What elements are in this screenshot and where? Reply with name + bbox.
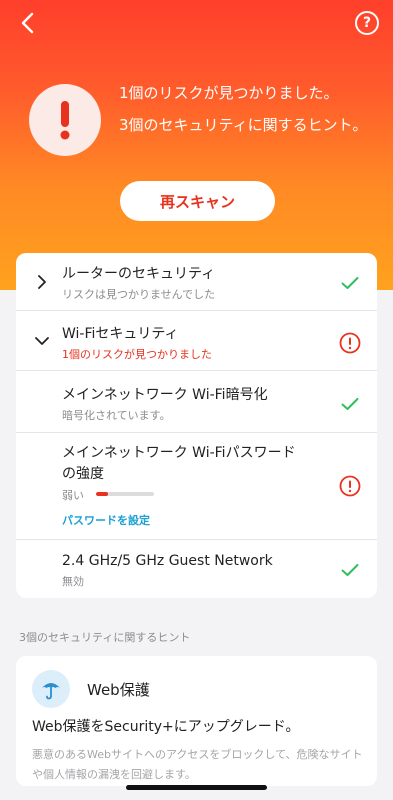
- tip-description: 悪意のあるWebサイトへのアクセスをブロックして、危険なサイトや個人情報の漏洩を…: [32, 748, 363, 781]
- tip-heading: Web保護をSecurity+にアップグレード。: [32, 719, 300, 735]
- back-button[interactable]: [14, 10, 40, 36]
- tips-count-text: 3個のセキュリティに関するヒント。: [119, 116, 368, 134]
- check-subtitle: 1個のリスクが見つかりました: [62, 348, 212, 361]
- check-subtitle: 無効: [62, 575, 84, 588]
- scan-summary: 1個のリスクが見つかりました。 3個のセキュリティに関するヒント。: [119, 80, 379, 138]
- check-title: 2.4 GHz/5 GHz Guest Network: [62, 553, 273, 569]
- check-row-guest-network: 2.4 GHz/5 GHz Guest Network 無効: [16, 540, 377, 598]
- check-row-wifi-security[interactable]: Wi-Fiセキュリティ 1個のリスクが見つかりました: [16, 311, 377, 371]
- password-strength-fill: [96, 492, 108, 496]
- check-icon: [339, 559, 361, 581]
- tip-title: Web保護: [87, 681, 150, 699]
- check-subtitle: リスクは見つかりませんでした: [62, 288, 216, 301]
- check-title: Wi-Fiセキュリティ: [62, 326, 179, 342]
- password-strength-bar: [96, 492, 154, 496]
- chevron-down-icon: [34, 333, 50, 349]
- check-subtitle: 暗号化されています。: [62, 409, 171, 422]
- exclamation-icon: [60, 101, 70, 140]
- strength-label: 弱い: [62, 489, 84, 502]
- check-icon: [339, 272, 361, 294]
- home-indicator: [126, 785, 267, 790]
- warning-circle-icon: [339, 475, 361, 497]
- check-row-wifi-encryption: メインネットワーク Wi-Fi暗号化 暗号化されています。: [16, 371, 377, 433]
- scan-result-header: ? 1個のリスクが見つかりました。 3個のセキュリティに関するヒント。 再スキャ…: [0, 0, 393, 290]
- check-row-router-security[interactable]: ルーターのセキュリティ リスクは見つかりませんでした: [16, 253, 377, 311]
- check-icon: [339, 393, 361, 415]
- chevron-left-icon: [21, 12, 34, 34]
- check-row-wifi-password-strength: メインネットワーク Wi-Fiパスワード の強度 弱い パスワードを設定: [16, 433, 377, 540]
- help-button[interactable]: ?: [355, 11, 379, 35]
- risk-alert-badge: [29, 84, 101, 156]
- check-title-line2: の強度: [62, 466, 104, 482]
- umbrella-icon: [32, 670, 70, 708]
- warning-circle-icon: [339, 332, 361, 354]
- question-circle-icon: ?: [362, 15, 372, 31]
- rescan-button[interactable]: 再スキャン: [120, 181, 275, 221]
- chevron-right-icon: [34, 274, 50, 290]
- tip-card-web-protection[interactable]: Web保護 Web保護をSecurity+にアップグレード。 悪意のあるWebサ…: [16, 656, 377, 786]
- set-password-link[interactable]: パスワードを設定: [62, 512, 150, 528]
- check-title: メインネットワーク Wi-Fi暗号化: [62, 387, 268, 403]
- check-title-line1: メインネットワーク Wi-Fiパスワード: [62, 445, 296, 461]
- risk-count-text: 1個のリスクが見つかりました。: [119, 84, 339, 102]
- check-title: ルーターのセキュリティ: [62, 266, 216, 282]
- tips-section-label: 3個のセキュリティに関するヒント: [19, 631, 191, 644]
- security-checks-card: ルーターのセキュリティ リスクは見つかりませんでした Wi-Fiセキュリティ 1…: [16, 253, 377, 598]
